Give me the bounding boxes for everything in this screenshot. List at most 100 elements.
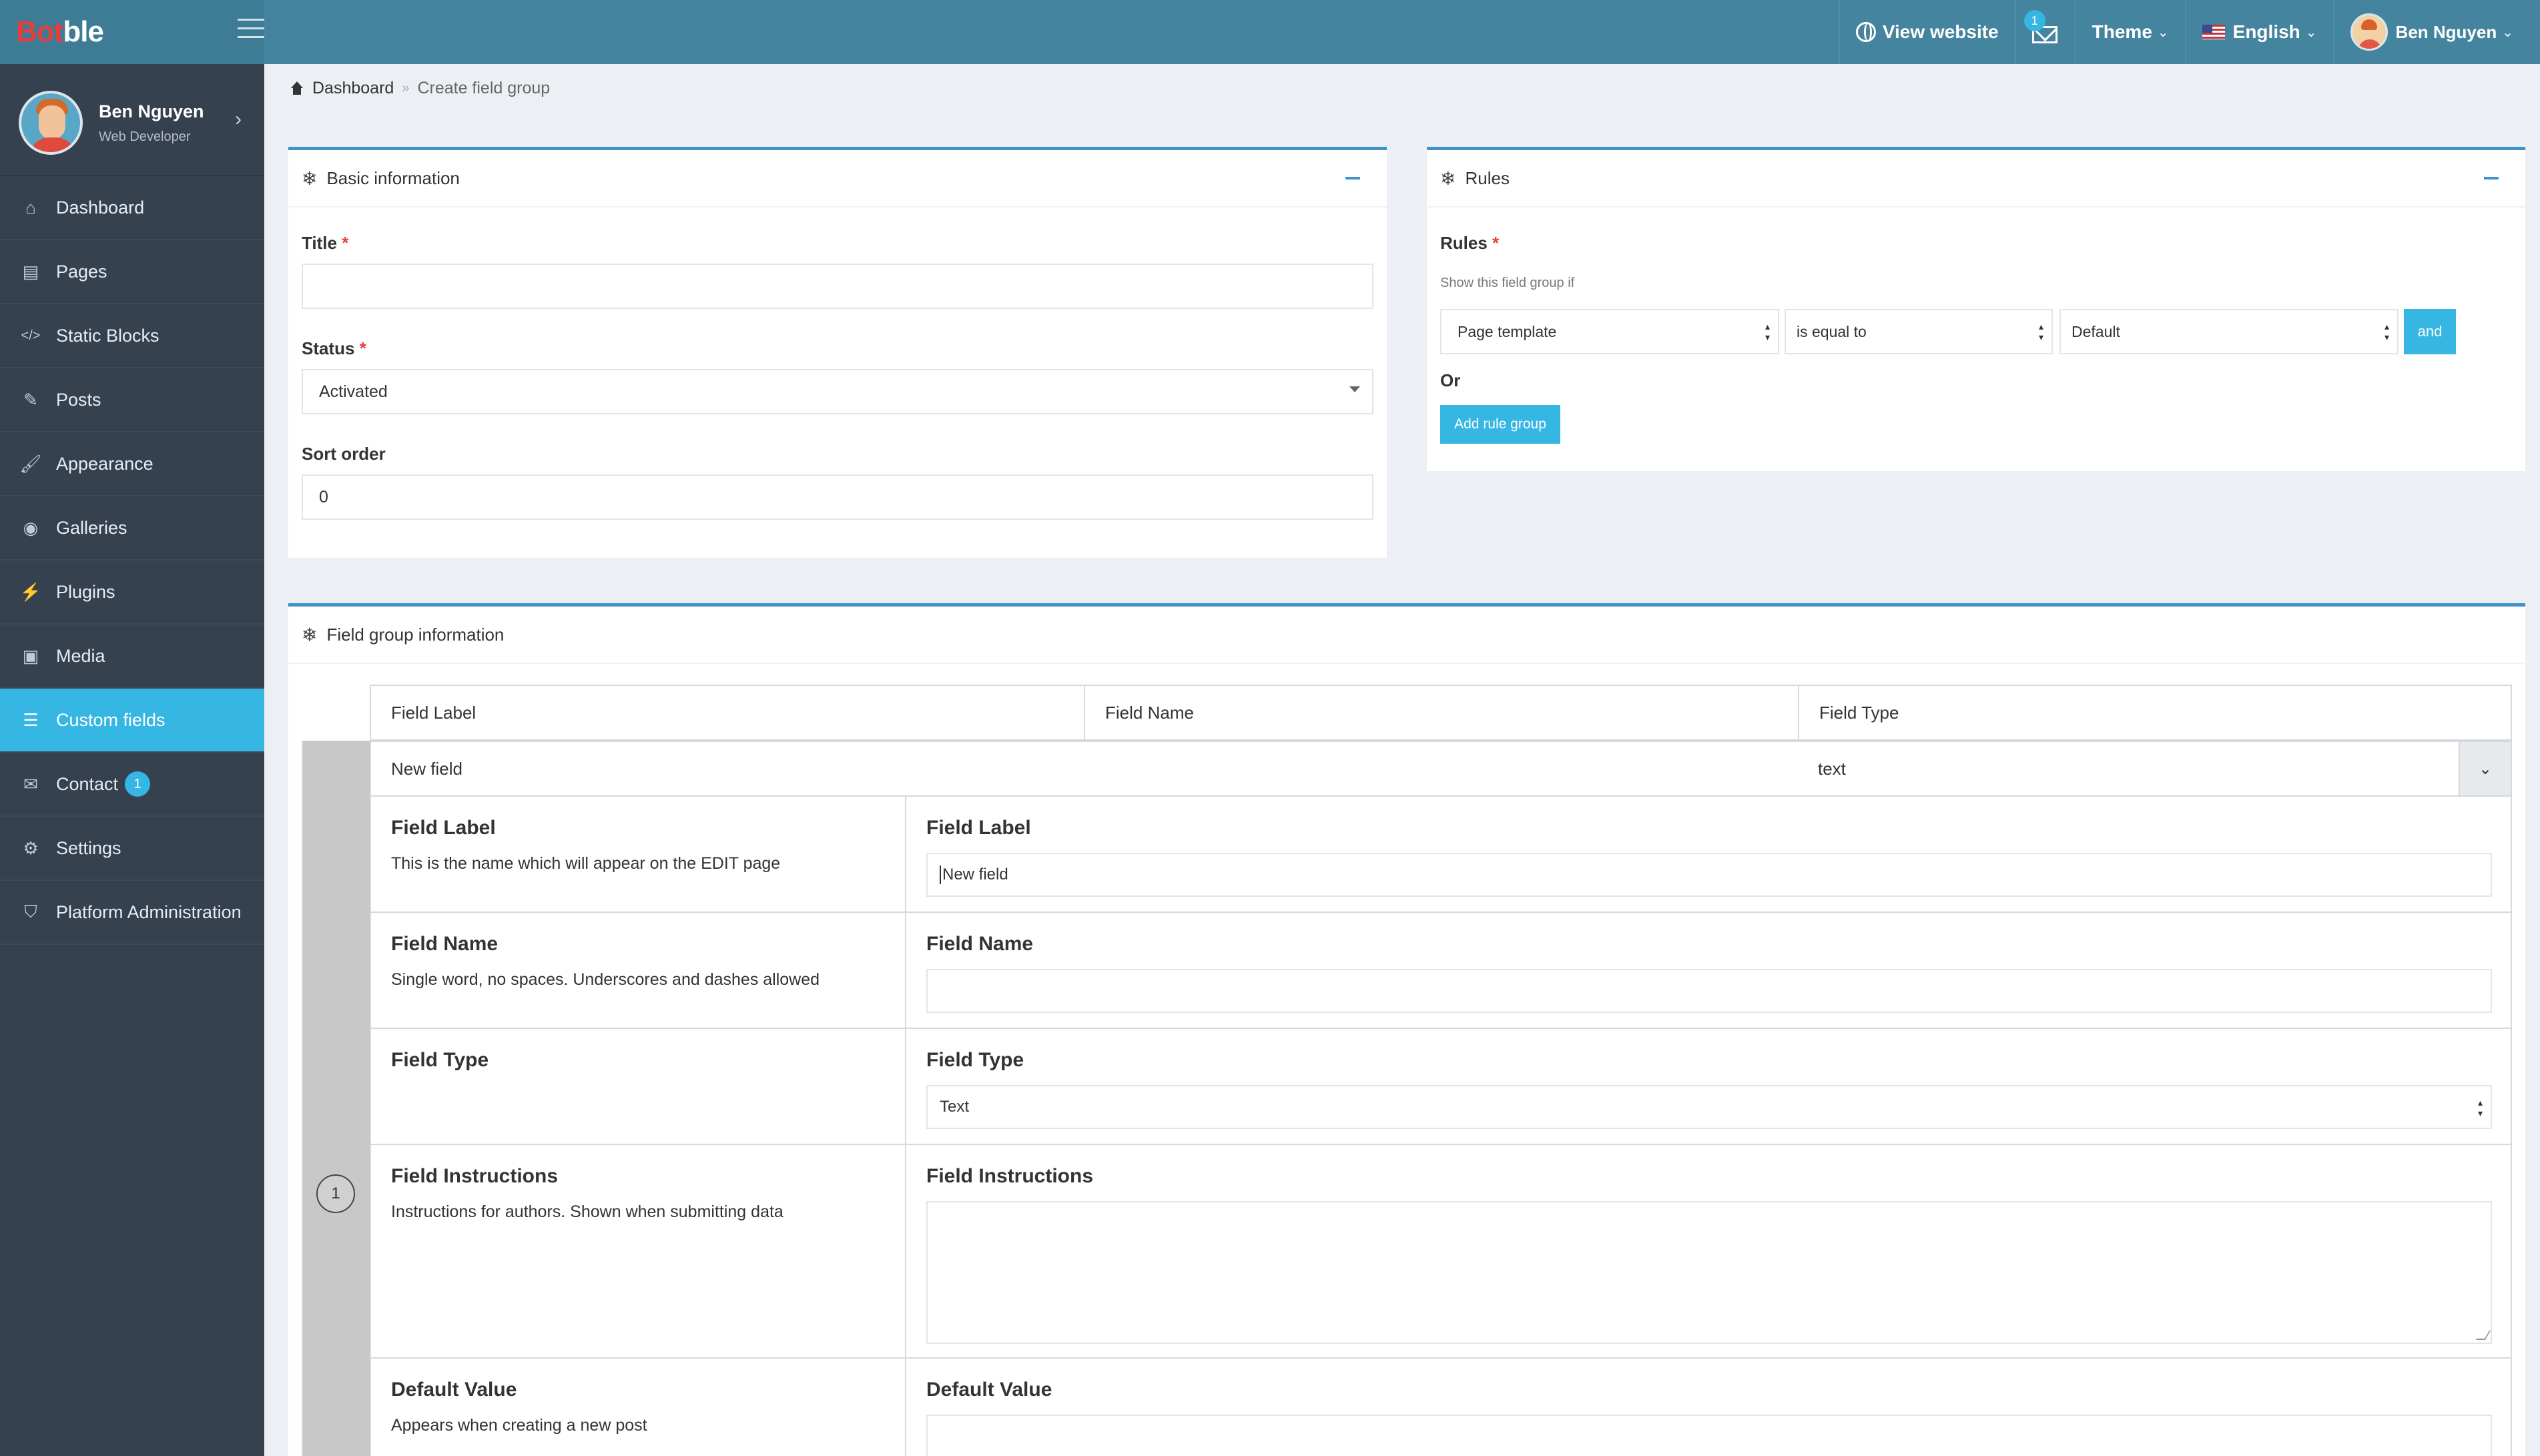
sidebar-item-label: Custom fields — [56, 709, 166, 730]
camera-icon: ◉ — [23, 517, 39, 538]
column-header-field-type: Field Type — [1819, 702, 1899, 723]
select-arrows-icon: ▴ ▾ — [1765, 321, 1770, 342]
inbox-button[interactable]: 1 — [2014, 0, 2075, 64]
select-arrows-icon: ▴ ▾ — [2038, 321, 2043, 342]
sidebar-item-media[interactable]: ▣ Media — [0, 625, 264, 689]
breadcrumb-home[interactable]: Dashboard — [312, 79, 394, 98]
field-summary-row[interactable]: New field text ⌄ — [370, 741, 2512, 797]
sidebar-item-label: Static Blocks — [56, 325, 160, 346]
avatar — [2350, 13, 2388, 51]
basic-information-panel: ❄ Basic information Title * Status * Act… — [288, 147, 1387, 558]
sidebar-item-label: Settings — [56, 837, 121, 858]
sidebar-item-label: Plugins — [56, 581, 115, 602]
cogs-icon: ⚙ — [23, 837, 39, 858]
sidebar-item-posts[interactable]: ✎ Posts — [0, 368, 264, 432]
profile-name: Ben Nguyen — [99, 101, 204, 121]
sidebar-item-custom-fields[interactable]: ☰ Custom fields — [0, 689, 264, 753]
default-value-input[interactable] — [926, 1415, 2492, 1456]
avatar — [19, 91, 83, 155]
home-icon: ⌂ — [25, 197, 36, 218]
field-table-header: Field Label Field Name Field Type — [370, 685, 2512, 741]
paintbrush-icon: 🖌 — [19, 453, 42, 474]
top-header: Botble View website 1 Theme ⌄ English ⌄ Be… — [0, 0, 2540, 64]
sidebar-item-dashboard[interactable]: ⌂ Dashboard — [0, 176, 264, 240]
sidebar-item-settings[interactable]: ⚙ Settings — [0, 817, 264, 881]
panel-header: ❄ Field group information — [288, 607, 2525, 664]
theme-dropdown[interactable]: Theme ⌄ — [2074, 0, 2185, 64]
sidebar: Ben Nguyen Web Developer › ⌂ Dashboard ▤ Pa… — [0, 64, 264, 1456]
globe-icon — [1855, 22, 1876, 42]
sidebar-item-appearance[interactable]: 🖌 Appearance — [0, 432, 264, 496]
sidebar-item-label: Pages — [56, 261, 107, 282]
title-input[interactable] — [302, 264, 1373, 309]
snowflake-icon: ❄ — [302, 624, 318, 645]
sidebar-item-pages[interactable]: ▤ Pages — [0, 240, 264, 304]
status-label: Status * — [302, 338, 366, 358]
field-row-name: Field Name Single word, no spaces. Under… — [370, 913, 2512, 1029]
code-icon: </> — [21, 328, 41, 343]
sidebar-nav: ⌂ Dashboard ▤ Pages </> Static Blocks ✎ Posts 🖌 A… — [0, 176, 264, 945]
field-instructions-textarea[interactable] — [926, 1201, 2492, 1344]
field-row-default-value: Default Value Appears when creating a ne… — [370, 1359, 2512, 1456]
book-icon: ▤ — [22, 261, 39, 282]
sidebar-item-static-blocks[interactable]: </> Static Blocks — [0, 304, 264, 368]
field-number: 1 — [316, 1174, 355, 1213]
top-nav: View website 1 Theme ⌄ English ⌄ Ben Nguye… — [1838, 0, 2540, 64]
breadcrumb-current: Create field group — [417, 79, 551, 97]
home-icon — [288, 81, 306, 96]
sidebar-profile[interactable]: Ben Nguyen Web Developer › — [0, 64, 264, 176]
sidebar-item-label: Posts — [56, 389, 101, 410]
rule-param-select[interactable]: Page template ▴ ▾ — [1440, 309, 1779, 354]
select-arrows-icon: ▴ ▾ — [2477, 1097, 2483, 1118]
sidebar-item-label: Dashboard — [56, 197, 145, 218]
sidebar-item-label: Media — [56, 645, 105, 666]
sidebar-item-plugins[interactable]: ⚡ Plugins — [0, 561, 264, 625]
chevron-down-icon: ⌄ — [2157, 25, 2169, 40]
field-drag-handle[interactable] — [302, 741, 370, 1456]
breadcrumb-separator-icon: » — [402, 81, 410, 95]
collapse-icon[interactable] — [2484, 177, 2499, 179]
title-label: Title * — [302, 233, 349, 253]
rules-panel: ❄ Rules Rules * Show this field group if… — [1427, 147, 2525, 471]
sidebar-item-galleries[interactable]: ◉ Galleries — [0, 496, 264, 561]
us-flag-icon — [2202, 25, 2225, 39]
sidebar-item-label: Platform Administration — [56, 901, 242, 922]
caret-down-icon — [1349, 386, 1360, 392]
sidebar-item-contact[interactable]: ✉ Contact 1 — [0, 753, 264, 817]
breadcrumb: Dashboard » Create field group — [288, 79, 550, 98]
image-icon: ▣ — [22, 645, 39, 666]
chevron-down-icon: ⌄ — [2305, 25, 2317, 40]
inbox-badge: 1 — [2023, 10, 2045, 31]
envelope-icon: ✉ — [23, 773, 38, 794]
sidebar-item-label: Appearance — [56, 453, 153, 474]
panel-header: ❄ Rules — [1427, 150, 2525, 208]
snowflake-icon: ❄ — [302, 167, 318, 189]
menu-toggle-icon[interactable] — [238, 19, 264, 43]
collapse-icon[interactable] — [1345, 177, 1360, 179]
rule-value-select[interactable]: Default ▴ ▾ — [2059, 309, 2399, 354]
chevron-down-icon[interactable]: ⌄ — [2459, 742, 2511, 795]
logo[interactable]: Botble — [0, 0, 264, 64]
chevron-right-icon[interactable]: › — [235, 108, 242, 131]
field-row-label: Field Label This is the name which will … — [370, 797, 2512, 913]
language-dropdown[interactable]: English ⌄ — [2184, 0, 2333, 64]
user-menu[interactable]: Ben Nguyen ⌄ — [2332, 0, 2540, 64]
shield-icon: ⛉ — [24, 901, 37, 922]
add-rule-group-button[interactable]: Add rule group — [1440, 405, 1560, 444]
list-icon: ☰ — [23, 709, 39, 730]
plug-icon: ⚡ — [19, 581, 42, 602]
edit-icon: ✎ — [23, 389, 38, 410]
sidebar-item-platform-administration[interactable]: ⛉ Platform Administration — [0, 881, 264, 945]
sort-order-input[interactable]: 0 — [302, 474, 1373, 520]
resize-handle-icon[interactable] — [2475, 1331, 2491, 1340]
field-type-select[interactable]: Text ▴ ▾ — [926, 1085, 2492, 1129]
status-select[interactable]: Activated — [302, 369, 1373, 414]
view-website-link[interactable]: View website — [1838, 0, 2015, 64]
sidebar-item-label: Contact — [56, 773, 119, 794]
and-button[interactable]: and — [2404, 309, 2456, 354]
field-summary-type: text — [1818, 758, 1846, 779]
rule-operator-select[interactable]: is equal to ▴ ▾ — [1785, 309, 2053, 354]
field-label-input[interactable]: New field — [926, 853, 2492, 897]
field-summary-label: New field — [391, 758, 462, 779]
field-name-input[interactable] — [926, 969, 2492, 1013]
